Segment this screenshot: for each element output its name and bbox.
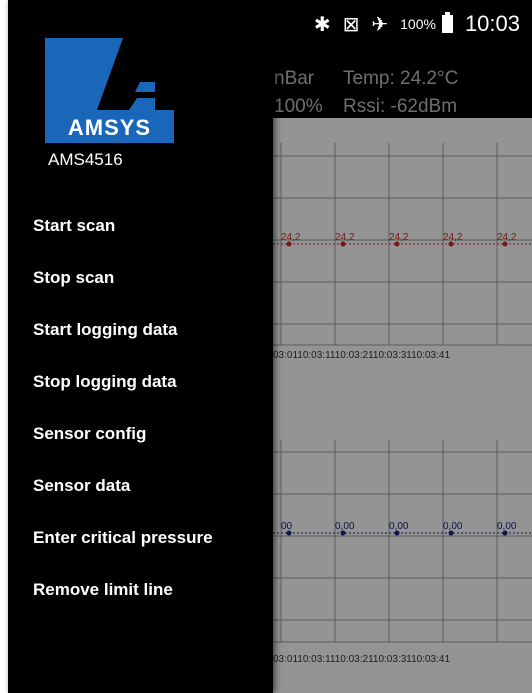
data-label: 24,2: [335, 232, 355, 243]
amsys-logo: AMSYS: [45, 38, 174, 143]
menu-enter-critical-pressure[interactable]: Enter critical pressure: [8, 512, 273, 564]
temperature-readout: Temp: 24.2°C: [343, 68, 459, 89]
screen-margin: [0, 0, 8, 693]
menu-sensor-config[interactable]: Sensor config: [8, 408, 273, 460]
data-label: 0,00: [335, 521, 355, 532]
data-label: 24,2: [389, 232, 409, 243]
humidity-readout: 100%: [274, 96, 323, 117]
airplane-icon: ✈: [371, 12, 389, 36]
menu-stop-scan[interactable]: Stop scan: [8, 252, 273, 304]
menu-start-logging[interactable]: Start logging data: [8, 304, 273, 356]
data-label: 24,2: [497, 232, 517, 243]
data-label: 0,00: [443, 521, 463, 532]
data-label: 24,2: [443, 232, 463, 243]
rssi-readout: Rssi: -62dBm: [343, 96, 458, 117]
device-name: AMS4516: [48, 150, 123, 169]
menu-start-scan[interactable]: Start scan: [8, 200, 273, 252]
menu-stop-logging[interactable]: Stop logging data: [8, 356, 273, 408]
clock: 10:03: [464, 11, 520, 36]
data-label: 0,00: [389, 521, 409, 532]
data-label: 00: [281, 521, 293, 532]
x-axis-ticks: 03:0110:03:1110:03:2110:03:3110:03:41: [273, 654, 451, 665]
data-label: 0,00: [497, 521, 517, 532]
no-signal-icon: ⊠: [342, 12, 360, 36]
battery-percent: 100%: [400, 16, 436, 32]
logo-text: AMSYS: [67, 115, 152, 140]
drawer-menu: Start scan Stop scan Start logging data …: [8, 200, 273, 616]
bluetooth-icon: ✱: [313, 12, 331, 36]
navigation-drawer: AMSYS AMS4516 Start scan Stop scan Start…: [8, 0, 273, 693]
x-axis-ticks: 03:0110:03:1110:03:2110:03:3110:03:41: [273, 350, 451, 361]
battery-icon: [441, 12, 453, 33]
data-label: 24,2: [281, 232, 301, 243]
menu-remove-limit-line[interactable]: Remove limit line: [8, 564, 273, 616]
pressure-readout: nBar: [274, 68, 315, 89]
menu-sensor-data[interactable]: Sensor data: [8, 460, 273, 512]
